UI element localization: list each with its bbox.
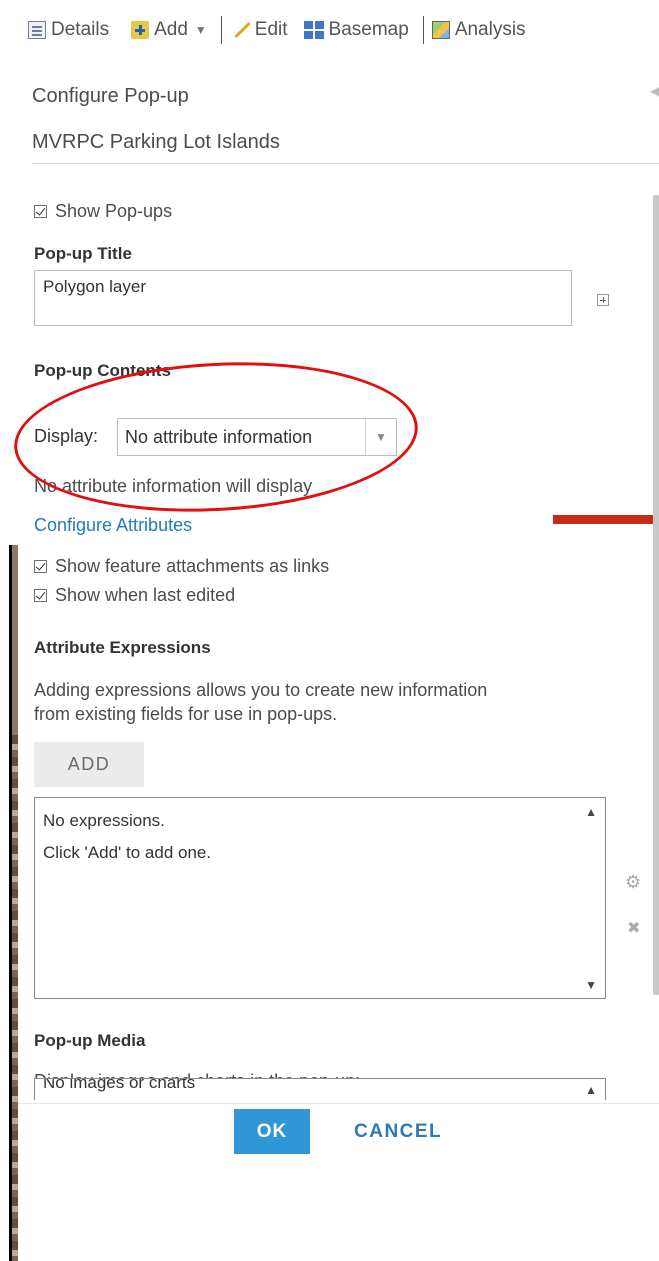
toolbar-divider xyxy=(422,16,424,44)
toolbar-divider xyxy=(220,16,222,44)
basemap-button[interactable]: Basemap xyxy=(303,19,409,41)
map-toolbar: Details Add ▼ Edit Basemap Analysis xyxy=(20,0,659,60)
close-icon[interactable]: ✖ xyxy=(627,918,640,938)
add-menu-button[interactable]: Add ▼ xyxy=(131,19,207,41)
scroll-up-icon[interactable]: ▲ xyxy=(585,1083,597,1097)
show-attachments-checkbox-row[interactable]: Show feature attachments as links xyxy=(34,556,329,577)
add-expression-button[interactable]: ADD xyxy=(34,742,144,787)
list-item: No images or charts xyxy=(43,1078,196,1092)
analysis-icon xyxy=(431,21,450,39)
cancel-button[interactable]: CANCEL xyxy=(354,1109,442,1154)
popup-title-heading: Pop-up Title xyxy=(34,244,132,263)
show-popups-checkbox[interactable] xyxy=(34,205,47,218)
divider xyxy=(32,163,659,164)
show-attachments-checkbox[interactable] xyxy=(34,560,47,573)
map-edge xyxy=(0,545,18,1261)
layer-name: MVRPC Parking Lot Islands xyxy=(32,131,280,153)
list-item: No expressions. xyxy=(43,811,165,830)
details-icon xyxy=(28,21,46,39)
details-button[interactable]: Details xyxy=(28,19,109,41)
show-last-edited-checkbox[interactable] xyxy=(34,589,47,602)
analysis-button[interactable]: Analysis xyxy=(431,19,526,41)
media-list[interactable]: No images or charts ▲ xyxy=(34,1078,606,1100)
collapse-icon[interactable]: ◀ xyxy=(650,84,659,98)
panel-scrollbar[interactable] xyxy=(653,195,659,995)
popup-media-heading: Pop-up Media xyxy=(34,1031,146,1050)
panel-title: Configure Pop-up xyxy=(32,85,189,107)
add-layer-icon xyxy=(131,21,150,39)
gear-icon[interactable]: ⚙ xyxy=(625,873,643,891)
attribute-expressions-heading: Attribute Expressions xyxy=(34,638,211,657)
configure-attributes-link[interactable]: Configure Attributes xyxy=(34,515,192,536)
pencil-icon xyxy=(234,22,250,38)
show-popups-checkbox-row[interactable]: Show Pop-ups xyxy=(34,201,172,222)
scroll-up-icon[interactable]: ▲ xyxy=(585,805,597,819)
attribute-expressions-description-2: from existing fields for use in pop-ups. xyxy=(34,704,338,724)
basemap-icon xyxy=(303,21,324,39)
add-field-plus-icon[interactable] xyxy=(597,294,609,306)
annotation-arrow xyxy=(553,515,659,524)
ok-button[interactable]: OK xyxy=(234,1109,310,1154)
scroll-down-icon[interactable]: ▼ xyxy=(585,978,597,992)
list-item: Click 'Add' to add one. xyxy=(43,843,212,862)
footer-divider xyxy=(18,1103,659,1104)
edit-button[interactable]: Edit xyxy=(234,19,288,41)
popup-title-input[interactable]: Polygon layer xyxy=(34,270,572,326)
chevron-down-icon: ▼ xyxy=(194,23,207,37)
expressions-list[interactable]: No expressions. Click 'Add' to add one. … xyxy=(34,797,606,999)
attribute-expressions-description: Adding expressions allows you to create … xyxy=(34,680,488,700)
show-last-edited-checkbox-row[interactable]: Show when last edited xyxy=(34,585,235,606)
